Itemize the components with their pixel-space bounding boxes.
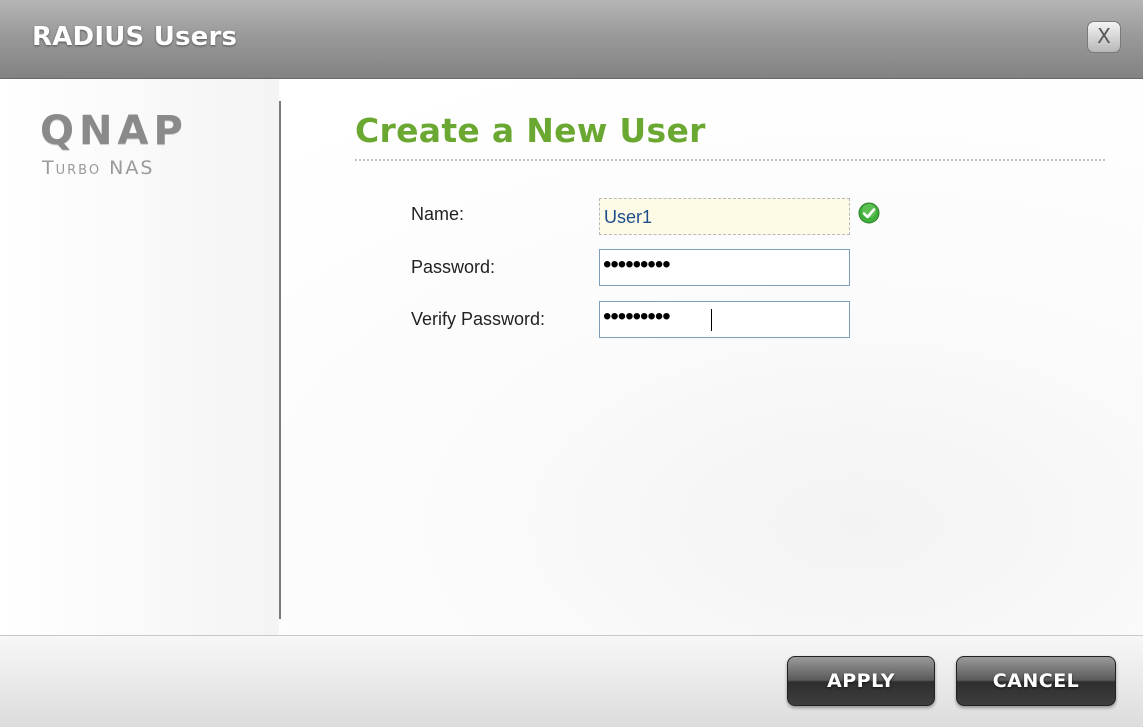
verify-password-input[interactable]: ••••••••• <box>599 301 850 338</box>
verify-password-input-value: ••••••••• <box>603 303 671 330</box>
sidebar: QNAP Turbo NAS <box>0 79 279 635</box>
verify-password-label: Verify Password: <box>411 309 546 329</box>
close-icon: X <box>1097 24 1111 48</box>
page-title: Create a New User <box>355 111 706 150</box>
radius-users-dialog: RADIUS Users X QNAP Turbo NAS Create a N… <box>0 0 1143 727</box>
apply-button[interactable]: APPLY <box>787 656 935 706</box>
check-icon <box>858 202 880 224</box>
sidebar-divider <box>279 101 281 619</box>
qnap-logo: QNAP Turbo NAS <box>40 111 188 179</box>
name-label: Name: <box>411 204 465 224</box>
name-input-value: User1 <box>604 207 653 227</box>
dialog-body: QNAP Turbo NAS Create a New User Name: U… <box>0 79 1143 635</box>
name-input[interactable]: User1 <box>599 198 850 235</box>
cancel-button[interactable]: CANCEL <box>956 656 1116 706</box>
title-bar: RADIUS Users X <box>0 0 1143 79</box>
close-button[interactable]: X <box>1087 21 1121 53</box>
logo-tagline: Turbo NAS <box>42 157 155 179</box>
password-input[interactable]: ••••••••• <box>599 249 850 286</box>
text-caret <box>711 309 712 331</box>
dialog-title: RADIUS Users <box>32 22 238 52</box>
password-label: Password: <box>411 257 496 277</box>
logo-wordmark: QNAP <box>40 108 188 154</box>
dialog-footer: APPLY CANCEL <box>0 635 1143 727</box>
heading-divider <box>355 159 1105 161</box>
password-input-value: ••••••••• <box>603 251 671 278</box>
